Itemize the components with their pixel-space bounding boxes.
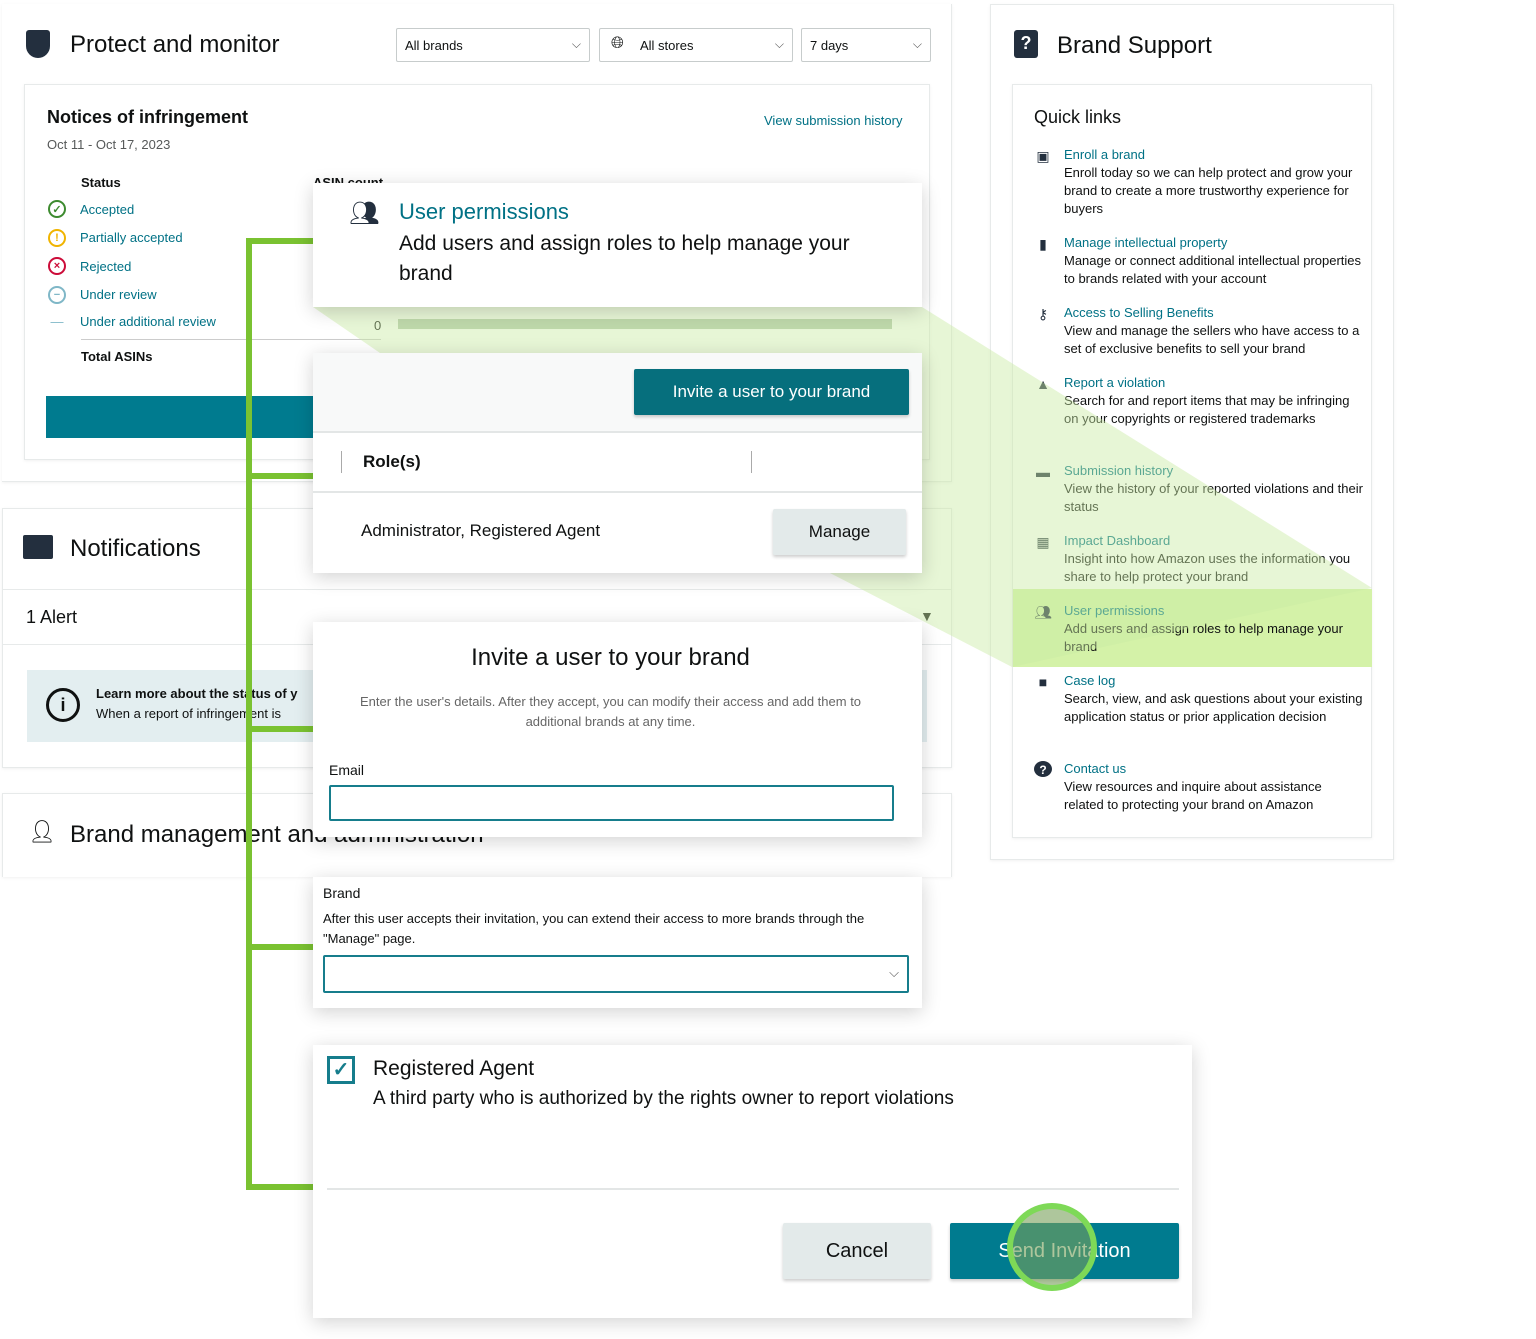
- user-permissions-desc: Add users and assign roles to help manag…: [399, 232, 850, 285]
- role-value: Administrator, Registered Agent: [361, 521, 601, 540]
- connector-vertical: [246, 238, 252, 1190]
- roles-header: Role(s): [363, 452, 421, 471]
- table-header: Role(s): [313, 431, 922, 493]
- email-input[interactable]: [329, 785, 894, 821]
- email-label: Email: [329, 762, 365, 778]
- footer-divider: [327, 1188, 1179, 1190]
- column-divider: [341, 451, 342, 473]
- invite-form-title: Invite a user to your brand: [471, 644, 750, 671]
- users-table-callout: Invite a user to your brand Role(s) Admi…: [313, 353, 922, 573]
- column-divider: [751, 451, 752, 473]
- chevron-down-icon: ⌵: [889, 965, 899, 980]
- table-row: Administrator, Registered Agent Manage: [313, 493, 922, 573]
- connector-stub: [246, 1184, 314, 1190]
- invite-form-callout: Invite a user to your brand Enter the us…: [313, 622, 922, 837]
- brand-callout: Brand After this user accepts their invi…: [313, 877, 922, 1008]
- users-icon: 👥︎: [349, 200, 380, 227]
- connector-stub: [246, 473, 314, 479]
- manage-button[interactable]: Manage: [773, 509, 906, 555]
- brand-desc: After this user accepts their invitation…: [323, 911, 865, 946]
- role-title: Registered Agent: [373, 1057, 535, 1080]
- connector-stub: [246, 238, 314, 244]
- invite-form-desc: Enter the user's details. After they acc…: [359, 694, 862, 729]
- connector-stub: [246, 726, 314, 732]
- role-confirm-callout: ✓ Registered Agent A third party who is …: [313, 1045, 1192, 1318]
- user-permissions-callout: 👥︎ User permissions Add users and assign…: [313, 183, 922, 307]
- user-permissions-title: User permissions: [399, 199, 569, 224]
- invite-user-button[interactable]: Invite a user to your brand: [634, 369, 909, 415]
- brand-label: Brand: [323, 885, 361, 901]
- registered-agent-checkbox[interactable]: ✓: [327, 1056, 355, 1084]
- cancel-button[interactable]: Cancel: [783, 1223, 931, 1279]
- click-indicator: [1007, 1203, 1097, 1291]
- brand-select[interactable]: ⌵: [323, 955, 909, 993]
- role-desc: A third party who is authorized by the r…: [373, 1088, 954, 1109]
- connector-stub: [246, 944, 314, 950]
